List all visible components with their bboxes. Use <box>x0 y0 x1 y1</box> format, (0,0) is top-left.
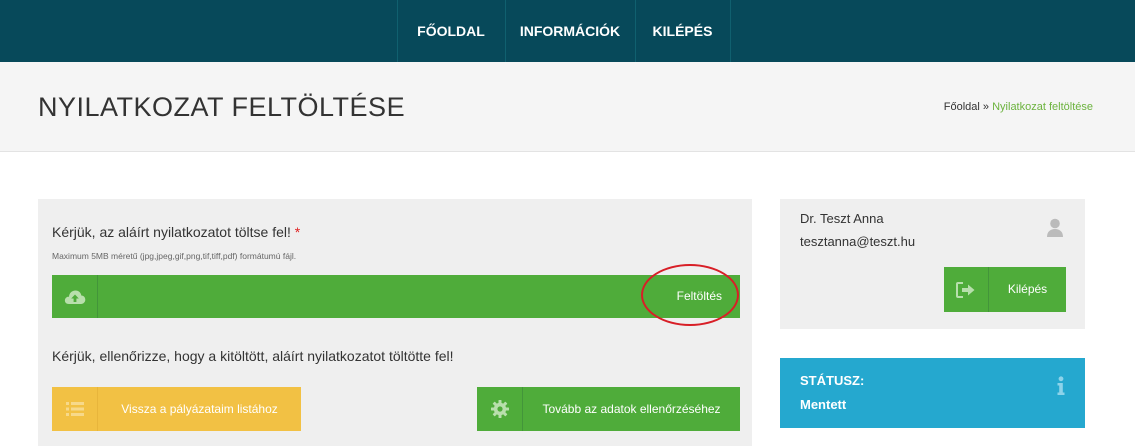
status-panel <box>780 358 1085 428</box>
top-navigation: FŐOLDAL INFORMÁCIÓK KILÉPÉS <box>0 0 1135 62</box>
upload-label: Kérjük, az aláírt nyilatkozatot töltse f… <box>52 224 300 240</box>
breadcrumb-home[interactable]: Főoldal <box>944 101 980 113</box>
list-icon <box>52 387 98 431</box>
nav-item-info[interactable]: INFORMÁCIÓK <box>505 0 635 62</box>
upload-button[interactable]: Feltöltés <box>52 275 740 318</box>
user-email: tesztanna@teszt.hu <box>800 234 916 249</box>
upload-label-text: Kérjük, az aláírt nyilatkozatot töltse f… <box>52 224 291 240</box>
continue-to-data-check-button[interactable]: Tovább az adatok ellenőrzéséhez <box>477 387 740 431</box>
nav-item-home[interactable]: FŐOLDAL <box>397 0 505 62</box>
sign-out-icon <box>944 267 989 312</box>
cloud-upload-icon <box>52 275 98 318</box>
upload-help-text: Maximum 5MB méretű (jpg,jpeg,gif,png,tif… <box>52 251 297 261</box>
logout-button-label: Kilépés <box>1007 282 1048 296</box>
nav-divider <box>730 0 731 62</box>
continue-button-label: Tovább az adatok ellenőrzéséhez <box>542 402 721 416</box>
page-header: NYILATKOZAT FELTÖLTÉSE Főoldal » Nyilatk… <box>0 62 1135 152</box>
user-icon <box>1046 218 1064 243</box>
required-mark: * <box>294 224 301 240</box>
back-to-applications-button[interactable]: Vissza a pályázataim listához <box>52 387 301 431</box>
gear-icon <box>477 387 523 431</box>
status-title: STÁTUSZ: <box>800 373 865 388</box>
breadcrumb: Főoldal » Nyilatkozat feltöltése <box>944 101 1093 113</box>
back-button-label: Vissza a pályázataim listához <box>121 402 278 416</box>
page-title: NYILATKOZAT FELTÖLTÉSE <box>38 92 406 122</box>
breadcrumb-current: Nyilatkozat feltöltése <box>992 101 1093 113</box>
info-icon <box>1056 376 1066 401</box>
user-name: Dr. Teszt Anna <box>800 211 884 226</box>
highlight-circle <box>641 264 739 326</box>
status-value: Mentett <box>800 397 847 412</box>
nav-item-logout[interactable]: KILÉPÉS <box>635 0 730 62</box>
check-instruction: Kérjük, ellenőrizze, hogy a kitöltött, a… <box>52 348 454 364</box>
breadcrumb-separator: » <box>982 101 990 113</box>
logout-button[interactable]: Kilépés <box>944 267 1066 312</box>
